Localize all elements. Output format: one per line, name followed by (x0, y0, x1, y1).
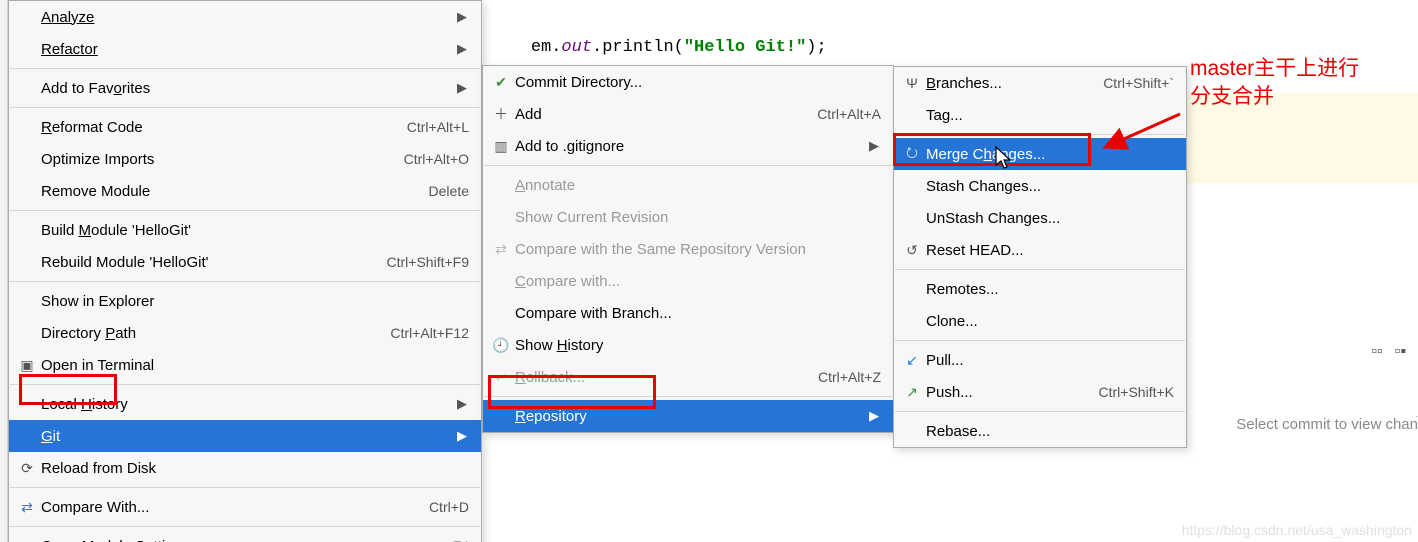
watermark: https://blog.csdn.net/usa_washington (1182, 522, 1412, 538)
menu-item-gitignore[interactable]: ▥Add to .gitignore▶ (483, 130, 893, 162)
placeholder-text: Select commit to view chan (1236, 416, 1418, 433)
menu-item-pull[interactable]: ↙Pull... (894, 344, 1186, 376)
branch-icon: Ψ (902, 73, 922, 93)
submenu-arrow-icon: ▶ (457, 9, 467, 25)
submenu-arrow-icon: ▶ (869, 138, 879, 154)
menu-item-commit-directory[interactable]: ✔Commit Directory... (483, 66, 893, 98)
menu-item-build-module[interactable]: Build Module 'HelloGit' (9, 214, 481, 246)
menu-item-merge-changes[interactable]: ⭮Merge Changes... (894, 138, 1186, 170)
menu-item-optimize-imports[interactable]: Optimize ImportsCtrl+Alt+O (9, 143, 481, 175)
context-menu-repository: ΨBranches...Ctrl+Shift+` Tag... ⭮Merge C… (893, 66, 1187, 448)
menu-item-analyze[interactable]: Analyze▶ (9, 1, 481, 33)
menu-item-stash[interactable]: Stash Changes... (894, 170, 1186, 202)
menu-item-compare-same: ⇄Compare with the Same Repository Versio… (483, 233, 893, 265)
context-menu-main: Analyze▶ Refactor▶ Add to Favorites▶ Ref… (8, 0, 482, 542)
annotation-text: master主干上进行 分支合并 (1190, 55, 1359, 111)
diff-icon: ⇄ (491, 239, 511, 259)
merge-icon: ⭮ (902, 144, 922, 164)
menu-item-favorites[interactable]: Add to Favorites▶ (9, 72, 481, 104)
pull-icon: ↙ (902, 350, 922, 370)
menu-item-reload-disk[interactable]: ⟳Reload from Disk (9, 452, 481, 484)
reset-icon: ↺ (902, 240, 922, 260)
submenu-arrow-icon: ▶ (457, 80, 467, 96)
context-menu-git: ✔Commit Directory... ＋AddCtrl+Alt+A ▥Add… (482, 65, 894, 433)
menu-item-rollback: ↩Rollback...Ctrl+Alt+Z (483, 361, 893, 393)
menu-item-git[interactable]: Git▶ (9, 420, 481, 452)
menu-item-directory-path[interactable]: Directory PathCtrl+Alt+F12 (9, 317, 481, 349)
menu-item-annotate: Annotate (483, 169, 893, 201)
menu-item-rebase[interactable]: Rebase... (894, 415, 1186, 447)
menu-item-unstash[interactable]: UnStash Changes... (894, 202, 1186, 234)
menu-item-add[interactable]: ＋AddCtrl+Alt+A (483, 98, 893, 130)
menu-item-compare-with: Compare with... (483, 265, 893, 297)
menu-item-branches[interactable]: ΨBranches...Ctrl+Shift+` (894, 67, 1186, 99)
submenu-arrow-icon: ▶ (869, 408, 879, 424)
menu-item-clone[interactable]: Clone... (894, 305, 1186, 337)
toolbar-icon[interactable]: ▫▫ (1371, 343, 1382, 361)
refresh-icon: ⟳ (17, 458, 37, 478)
menu-item-remotes[interactable]: Remotes... (894, 273, 1186, 305)
terminal-icon: ▣ (17, 355, 37, 375)
clock-icon: 🕘 (491, 335, 511, 355)
toolbar-icon[interactable]: ▫▪ (1395, 343, 1406, 361)
diff-icon: ⇄ (17, 497, 37, 517)
menu-item-module-settings[interactable]: Open Module SettingsF4 (9, 530, 481, 542)
menu-item-reset-head[interactable]: ↺Reset HEAD... (894, 234, 1186, 266)
menu-item-rebuild-module[interactable]: Rebuild Module 'HelloGit'Ctrl+Shift+F9 (9, 246, 481, 278)
submenu-arrow-icon: ▶ (457, 428, 467, 444)
submenu-arrow-icon: ▶ (457, 396, 467, 412)
submenu-arrow-icon: ▶ (457, 41, 467, 57)
push-icon: ↗ (902, 382, 922, 402)
menu-item-remove-module[interactable]: Remove ModuleDelete (9, 175, 481, 207)
menu-item-compare-with[interactable]: ⇄Compare With...Ctrl+D (9, 491, 481, 523)
gitignore-icon: ▥ (491, 136, 511, 156)
menu-item-push[interactable]: ↗Push...Ctrl+Shift+K (894, 376, 1186, 408)
plus-icon: ＋ (491, 104, 511, 124)
menu-item-refactor[interactable]: Refactor▶ (9, 33, 481, 65)
menu-item-repository[interactable]: Repository▶ (483, 400, 893, 432)
menu-item-tag[interactable]: Tag... (894, 99, 1186, 131)
menu-item-local-history[interactable]: Local History▶ (9, 388, 481, 420)
gutter-strip (0, 0, 8, 542)
menu-item-current-revision: Show Current Revision (483, 201, 893, 233)
menu-item-open-terminal[interactable]: ▣Open in Terminal (9, 349, 481, 381)
commit-icon: ✔ (491, 72, 511, 92)
menu-item-reformat[interactable]: Reformat CodeCtrl+Alt+L (9, 111, 481, 143)
menu-item-compare-branch[interactable]: Compare with Branch... (483, 297, 893, 329)
menu-item-show-explorer[interactable]: Show in Explorer (9, 285, 481, 317)
rollback-icon: ↩ (491, 367, 511, 387)
menu-item-show-history[interactable]: 🕘Show History (483, 329, 893, 361)
